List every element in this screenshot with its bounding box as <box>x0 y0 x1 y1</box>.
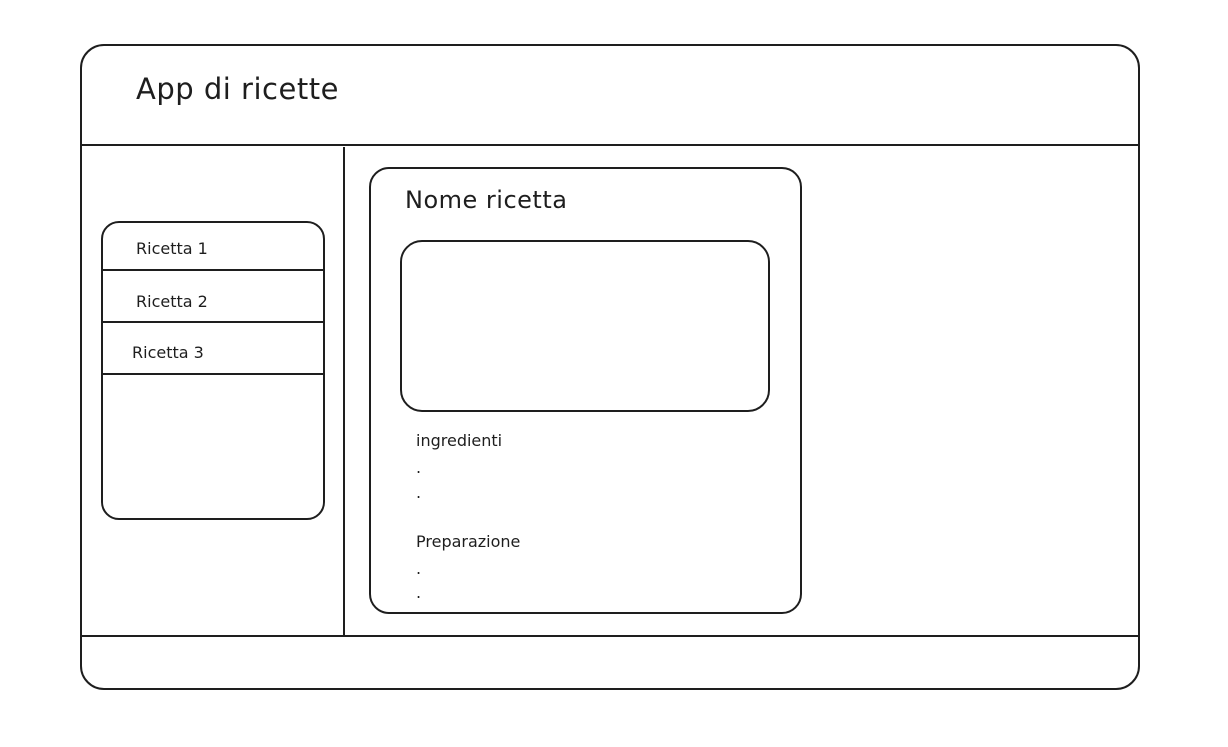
ingredient-bullet: . <box>416 458 422 477</box>
footer-divider <box>80 635 1140 637</box>
preparation-bullet: . <box>416 583 422 602</box>
footer-bar <box>82 638 1138 688</box>
app-title: App di ricette <box>136 72 339 106</box>
recipe-name: Nome ricetta <box>405 186 568 214</box>
ingredient-bullet: . <box>416 483 422 502</box>
sidebar-divider <box>343 147 345 636</box>
recipe-list-item-3[interactable]: Ricetta 3 <box>101 323 325 375</box>
recipe-list-item-2[interactable]: Ricetta 2 <box>101 271 325 323</box>
preparation-bullet: . <box>416 559 422 578</box>
recipe-list-item-label: Ricetta 2 <box>136 292 208 311</box>
recipe-list-item-label: Ricetta 3 <box>132 343 204 362</box>
ingredients-heading: ingredienti <box>416 431 503 450</box>
header-divider <box>80 144 1140 146</box>
recipe-list-item-label: Ricetta 1 <box>136 239 208 258</box>
preparation-heading: Preparazione <box>416 532 521 551</box>
recipe-image-placeholder <box>400 240 770 412</box>
recipe-list-item-1[interactable]: Ricetta 1 <box>101 219 325 271</box>
